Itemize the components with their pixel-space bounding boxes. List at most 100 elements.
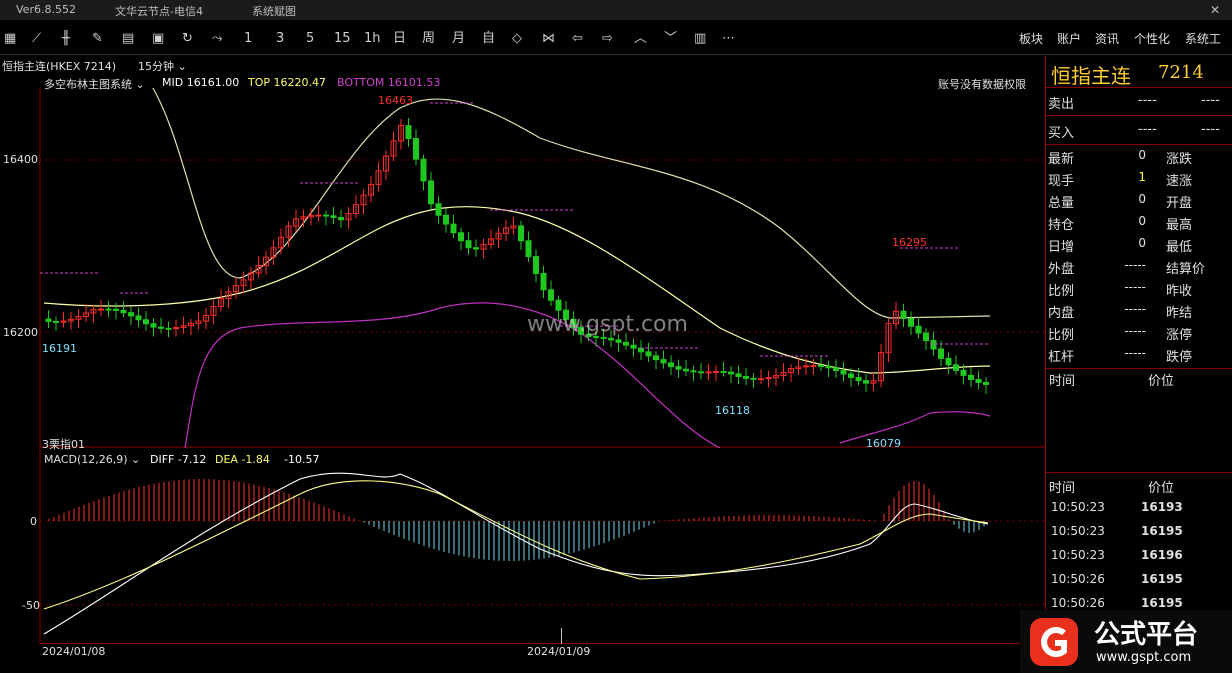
candle	[315, 214, 322, 217]
period-1h[interactable]: 1h	[364, 30, 381, 48]
candle	[105, 308, 112, 311]
line-chart-icon[interactable]: ⟋	[32, 30, 41, 48]
quote-panel: 恒指主连 7214 卖出 ---- ---- 买入 ---- ---- 最新 0 涨…	[1045, 56, 1232, 673]
candle	[143, 319, 149, 325]
candle	[533, 256, 539, 274]
candle	[960, 369, 967, 376]
candle	[945, 357, 952, 366]
candle	[540, 272, 547, 291]
tick-time: 10:50:26	[1051, 596, 1105, 610]
separator	[1046, 472, 1232, 473]
macd-chart[interactable]	[0, 449, 1045, 644]
candle	[810, 365, 817, 368]
candle	[848, 373, 854, 378]
stat-label: 总量	[1048, 196, 1075, 211]
annotation-low-2: 16118	[715, 404, 750, 417]
more-icon[interactable]: ⋯	[722, 30, 735, 48]
candle	[840, 370, 847, 375]
candle	[765, 377, 772, 380]
candle	[968, 374, 974, 380]
scroll-left-icon[interactable]: ⇦	[572, 30, 583, 48]
instrument-tag[interactable]: 恒指主连(HKEX 7214)	[2, 58, 116, 74]
sell-price: ----	[1138, 93, 1157, 108]
candle	[135, 315, 142, 321]
period-15[interactable]: 15	[334, 30, 351, 48]
grid-view-icon[interactable]: ▦	[4, 30, 16, 48]
candle	[750, 377, 757, 380]
instrument-code: 7214	[1158, 62, 1204, 83]
period-week[interactable]: 周	[422, 30, 435, 48]
candle	[518, 225, 524, 242]
menu-sector[interactable]: 板块	[1019, 30, 1043, 47]
period-1[interactable]: 1	[244, 30, 252, 48]
candle	[428, 180, 434, 205]
tick-price: 16196	[1141, 548, 1183, 562]
candle	[660, 359, 667, 364]
stat-label: 持仓	[1048, 218, 1075, 233]
zoom-out-icon[interactable]: ⋈	[542, 30, 555, 48]
candle-icon[interactable]: ╫	[62, 30, 70, 48]
separator	[1046, 144, 1232, 145]
stat-value: 1	[1138, 170, 1146, 184]
stat-label-right: 昨收	[1166, 284, 1193, 299]
candle	[113, 308, 119, 311]
price-chart[interactable]	[0, 88, 1045, 448]
menu-news[interactable]: 资讯	[1095, 30, 1119, 47]
menu-personalize[interactable]: 个性化	[1134, 30, 1170, 47]
sell-label: 卖出	[1048, 97, 1075, 112]
candle	[653, 355, 659, 361]
candle	[150, 323, 157, 328]
candle	[930, 339, 937, 350]
candle	[555, 299, 562, 311]
chart-mode: 系统赋图	[252, 5, 296, 18]
period-custom[interactable]: 自	[482, 30, 495, 48]
buy-label: 买入	[1048, 126, 1075, 141]
candle	[713, 371, 719, 374]
period-month[interactable]: 月	[452, 30, 465, 48]
zoom-in-icon[interactable]: ◇	[512, 30, 522, 48]
candle	[158, 326, 164, 329]
stat-label-right: 涨停	[1166, 328, 1193, 343]
candle	[983, 381, 989, 385]
candle	[330, 215, 337, 218]
trend-icon[interactable]: ⤳	[212, 30, 222, 48]
tick-price: 16195	[1141, 596, 1183, 610]
tick-time: 10:50:23	[1051, 548, 1105, 562]
title-bar: Ver6.8.552 文华云节点-电信4 系统赋图 ✕	[0, 0, 1232, 20]
period-selector[interactable]: 15分钟 ⌄	[138, 58, 187, 74]
menu-system[interactable]: 系统工	[1185, 30, 1221, 47]
refresh-icon[interactable]: ↻	[182, 30, 193, 48]
logo-url: www.gspt.com	[1096, 650, 1192, 665]
chevron-up-icon[interactable]: ︿	[634, 30, 647, 48]
save-icon[interactable]: ▣	[152, 30, 164, 48]
period-3[interactable]: 3	[276, 30, 284, 48]
instrument-title: 恒指主连	[1051, 64, 1131, 88]
buy-qty: ----	[1201, 122, 1220, 137]
annotation-low: 16191	[42, 342, 77, 355]
candle	[623, 341, 629, 346]
candle	[435, 203, 442, 216]
chevron-down-icon[interactable]: ﹀	[664, 30, 677, 48]
stat-label-right: 结算价	[1166, 262, 1206, 277]
candle	[908, 318, 914, 327]
candle	[450, 223, 457, 234]
separator	[1046, 115, 1232, 116]
scroll-right-icon[interactable]: ⇨	[602, 30, 613, 48]
candle	[863, 380, 869, 384]
menu-account[interactable]: 账户	[1057, 30, 1081, 47]
center-watermark: www.gspt.com	[527, 312, 688, 337]
close-icon[interactable]: ✕	[1210, 3, 1220, 17]
window-icon[interactable]: ▤	[122, 30, 134, 48]
date-label-1: 2024/01/08	[42, 645, 106, 658]
candle	[720, 371, 727, 374]
stat-label: 比例	[1048, 328, 1075, 343]
stat-label: 最新	[1048, 152, 1075, 167]
stat-label-right: 速涨	[1166, 174, 1193, 189]
time-header: 时间	[1049, 374, 1076, 389]
period-5[interactable]: 5	[306, 30, 314, 48]
period-day[interactable]: 日	[393, 30, 406, 48]
draw-icon[interactable]: ✎	[92, 30, 103, 48]
separator	[1046, 87, 1232, 88]
tick-price: 16193	[1141, 500, 1183, 514]
layout-icon[interactable]: ▥	[694, 30, 706, 48]
